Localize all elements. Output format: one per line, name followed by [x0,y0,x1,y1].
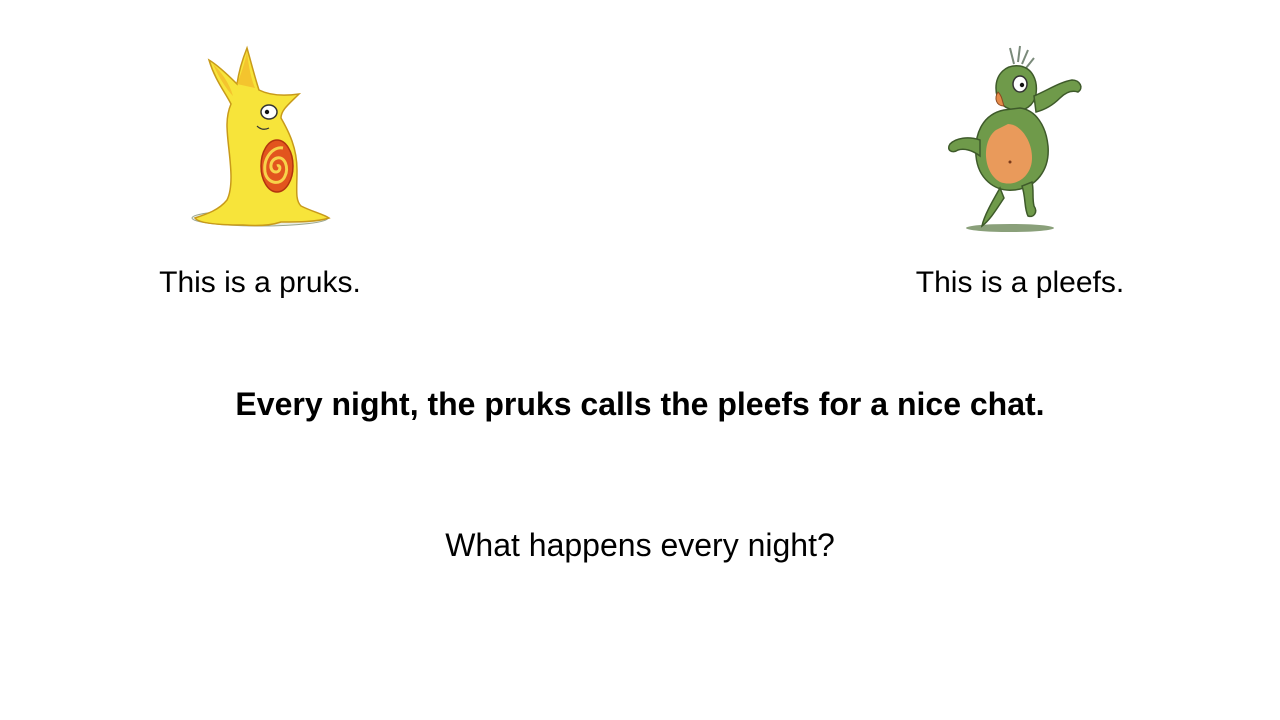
pruks-illustration [191,45,331,227]
pleefs-caption: This is a pleefs. [915,266,1125,299]
pruks-caption: This is a pruks. [159,266,361,299]
slide: This is a pruks. This is a pleefs. Every… [0,0,1280,720]
pleefs-illustration [947,45,1082,232]
story-statement: Every night, the pruks calls the pleefs … [235,386,1045,422]
comprehension-question: What happens every night? [445,527,835,563]
